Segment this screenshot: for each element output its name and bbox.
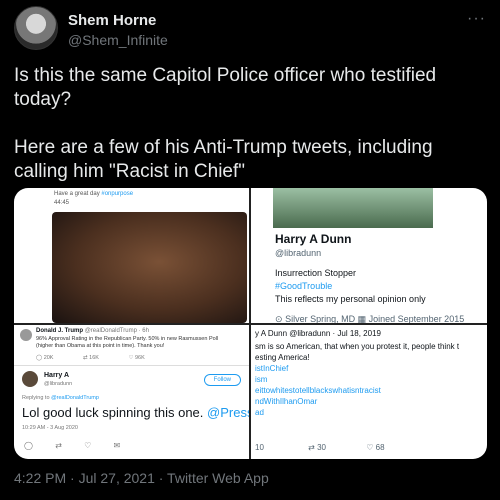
quoted-text: 96% Approval Rating in the Republican Pa… (36, 336, 219, 349)
follow-button[interactable]: Follow (203, 374, 241, 386)
retweet-icon: ⇄ (55, 441, 62, 450)
reply-icon: ◯ 20K (36, 355, 54, 361)
tweet-line-1: sm is so American, that when you protest… (255, 342, 460, 351)
location-icon: ⊙ (275, 314, 283, 323)
tweet-line-2: esting America! (255, 353, 310, 362)
portrait-photo (52, 212, 247, 323)
quoted-avatar (20, 329, 32, 341)
retweet-icon: ⇄ 16K (83, 355, 99, 361)
reply-time: 10:29 AM - 3 Aug 2020 (22, 425, 78, 431)
tweet-text: Is this the same Capitol Police officer … (14, 65, 437, 182)
tweet-tag-2: ism (255, 375, 268, 384)
reply-name: Harry A (44, 372, 70, 379)
media-grid[interactable]: Have a great day #onpurpose 44:45 Harry … (14, 188, 487, 459)
like-icon: ♡ (366, 443, 374, 452)
reply-actions: ◯ ⇄ ♡ ✉ (24, 441, 134, 450)
tweet-header: Shem Horne @Shem_Infinite ··· (14, 6, 486, 52)
profile-bio-line-1: Insurrection Stopper (275, 268, 357, 278)
message-icon: ✉ (113, 441, 121, 450)
profile-bio-link: #GoodTrouble (275, 281, 333, 291)
media-image-1[interactable]: Have a great day #onpurpose 44:45 (14, 188, 249, 323)
retweet-icon: ⇄ (308, 443, 315, 452)
profile-cover-photo (273, 188, 433, 228)
profile-joined: Joined September 2015 (368, 314, 465, 323)
quoted-stats: ◯ 20K ⇄ 16K ♡ 96K (36, 355, 173, 361)
reply-handle: @libradunn (44, 381, 73, 387)
divider (14, 365, 249, 366)
avatar[interactable] (14, 6, 58, 50)
profile-meta: ⊙ Silver Spring, MD ▦ Joined September 2… (275, 314, 464, 323)
author-handle[interactable]: @Shem_Infinite (68, 32, 168, 48)
quoted-name: Donald J. Trump (36, 328, 84, 334)
profile-location: Silver Spring, MD (285, 314, 356, 323)
reply-icon: ◯ (24, 441, 33, 450)
quoted-handle: @realDonaldTrump · 6h (84, 328, 149, 334)
post-hashtag: #onpurpose (101, 191, 134, 197)
tweet-stats: 10 ⇄ 30 ♡ 68 (255, 443, 385, 452)
post-time: 44:45 (54, 200, 70, 206)
author-name[interactable]: Shem Horne (68, 12, 156, 29)
post-line: Have a great day #onpurpose (54, 191, 133, 197)
tweet-timestamp[interactable]: 4:22 PM · Jul 27, 2021 · Twitter Web App (14, 470, 269, 486)
media-image-2[interactable]: Harry A Dunn @libradunn Insurrection Sto… (251, 188, 487, 323)
post-text: Have a great day (54, 191, 100, 197)
profile-handle: @libradunn (275, 248, 322, 258)
tweet-header-crop: y A Dunn @libradunn · Jul 18, 2019 (255, 329, 381, 338)
media-image-3[interactable]: Donald J. Trump @realDonaldTrump · 6h 96… (14, 325, 249, 459)
tweet-tag-3: eittowhitestotellblackswhatisntracist (255, 386, 381, 395)
like-icon: ♡ 96K (128, 355, 145, 361)
tweet-tag-4: ndWithIlhanOmar (255, 397, 318, 406)
profile-name: Harry A Dunn (275, 232, 352, 246)
tweet-tag-5: ad (255, 408, 264, 417)
like-icon: ♡ (84, 441, 92, 450)
retweet-count: 30 (317, 443, 326, 452)
quoted-header: Donald J. Trump @realDonaldTrump · 6h (36, 328, 149, 334)
reply-text: Lol good luck spinning this one. @PressS… (22, 405, 249, 420)
media-image-4[interactable]: y A Dunn @libradunn · Jul 18, 2019 sm is… (251, 325, 487, 459)
reply-count: 10 (255, 443, 264, 452)
reply-avatar (22, 371, 38, 387)
more-dots-icon[interactable]: ··· (467, 10, 486, 28)
calendar-icon: ▦ (357, 314, 367, 323)
replying-to: Replying to @realDonaldTrump (22, 395, 99, 401)
profile-bio-line-2: This reflects my personal opinion only (275, 294, 426, 304)
like-count: 68 (375, 443, 385, 452)
tweet-tag-1: istInChief (255, 364, 289, 373)
